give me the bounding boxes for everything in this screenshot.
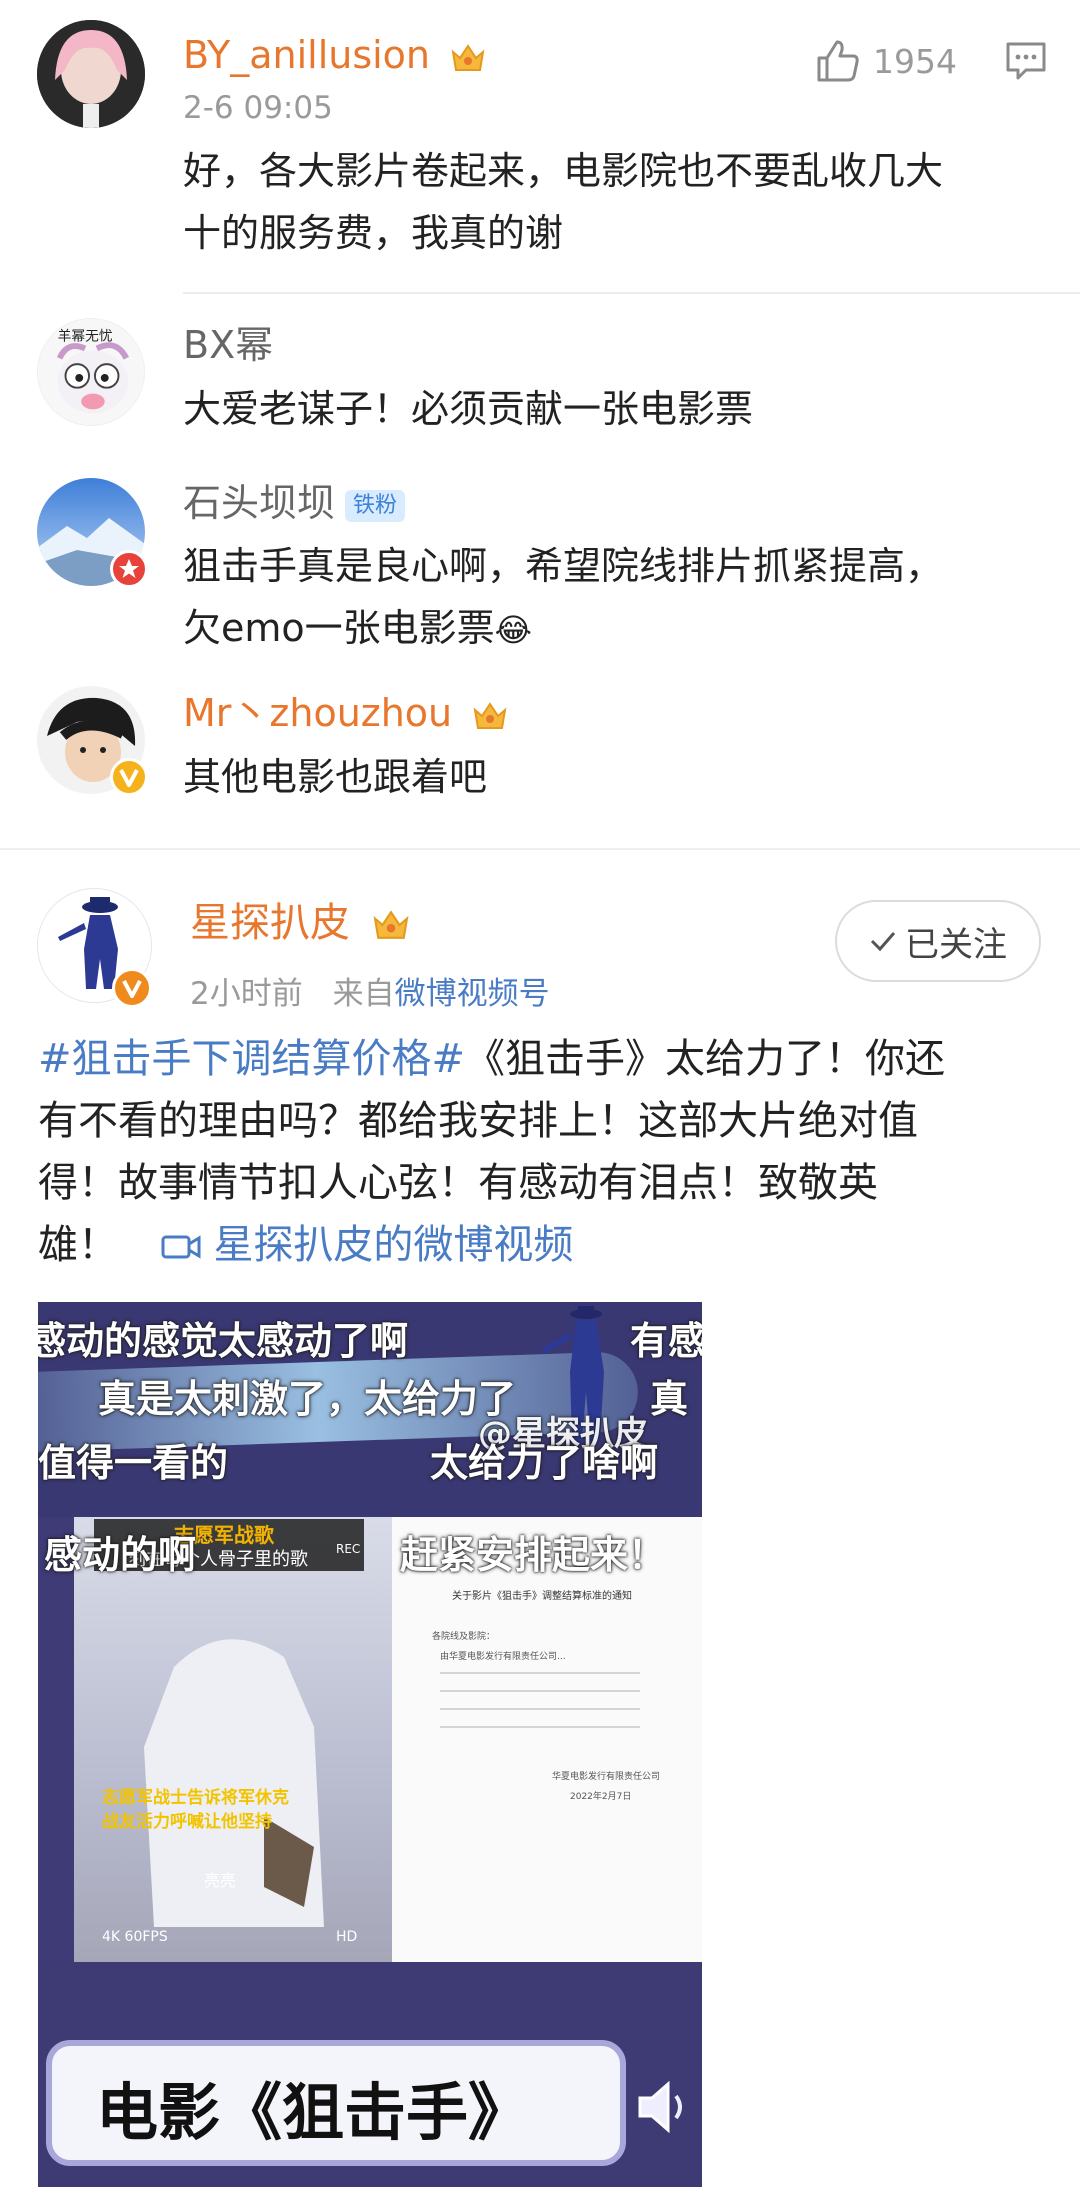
danmaku-text: 赶紧安排起来！ [400, 1533, 667, 1577]
laugh-emoji-icon: 😂 [494, 611, 533, 649]
reply-text-line: 欠emo一张电影票 [183, 606, 495, 650]
danmaku-text: 真是太刺激了，太给力了 [98, 1377, 517, 1421]
doc-title: 关于影片《狙击手》调整结算标准的通知 [452, 1591, 632, 1602]
doc-line: 各院线及影院： [432, 1632, 496, 1642]
reply-text: 大爱老谋子！必须贡献一张电影票 [183, 387, 754, 431]
post-username[interactable]: 星探扒皮 [190, 900, 350, 946]
inner-clip: 志愿军战歌 刻在每个人骨子里的歌 REC 志愿军战士告诉将军休克 战友活力呼喊让… [74, 1517, 392, 1962]
v-badge-icon [110, 550, 148, 588]
danmaku-text: 感动的感觉太感动了啊 [38, 1319, 409, 1363]
like-count: 1954 [873, 42, 957, 81]
danmaku-text: 感动的啊 [44, 1533, 197, 1577]
v-badge-icon [112, 968, 152, 1008]
crown-icon [473, 701, 507, 729]
svg-text:羊幂无忧: 羊幂无忧 [58, 329, 113, 345]
danmaku-text: 真 [650, 1377, 689, 1421]
rec-label: REC [336, 1542, 361, 1556]
comment-icon[interactable] [1004, 40, 1048, 82]
hd-label: HD [336, 1929, 358, 1945]
inner-caption: 志愿军战士告诉将军休克 [102, 1788, 289, 1808]
crown-icon [451, 43, 485, 71]
doc-lines [440, 1672, 640, 1742]
post-time: 2小时前 [190, 976, 303, 1012]
doc-line: 由华夏电影发行有限责任公司... [440, 1652, 566, 1662]
crown-icon [373, 910, 409, 939]
v-badge-icon [110, 758, 148, 796]
reply-text: 其他电影也跟着吧 [183, 755, 488, 799]
reply-text-line-2: 欠emo一张电影票😂 [183, 597, 943, 661]
avatar[interactable] [37, 20, 145, 128]
inner-name: 亮亮 [204, 1871, 237, 1890]
divider [183, 292, 1080, 294]
danmaku-text: 值得一看的 [38, 1441, 229, 1485]
video-link-label: 星探扒皮的微博视频 [213, 1222, 574, 1268]
post-body-line: 有不看的理由吗？都给我安排上！这部大片绝对值 [38, 1098, 918, 1144]
post-body-line: 《狙击手》太给力了！你还 [465, 1036, 946, 1082]
comment-text-line: 十的服务费，我真的谢 [183, 211, 564, 255]
reply-username[interactable]: 石头坝坝 [183, 481, 335, 525]
video-link[interactable]: 星探扒皮的微博视频 [161, 1222, 574, 1268]
avatar[interactable]: 羊幂无忧 [37, 318, 145, 426]
fps-label: 4K 60FPS [102, 1929, 168, 1945]
danmaku-text: 有感 [630, 1319, 702, 1363]
section-divider [0, 848, 1080, 850]
comment-username[interactable]: BY_anillusion [183, 33, 430, 77]
comment-time: 2-6 09:05 [183, 90, 333, 126]
video-thumbnail[interactable]: 感动的感觉太感动了啊 有感 真是太刺激了，太给力了 真 值得一看的 @星探扒皮 … [38, 1302, 702, 2187]
post-hashtag[interactable]: #狙击手下调结算价格# [38, 1036, 465, 1082]
follow-label: 已关注 [905, 924, 1007, 965]
inner-caption: 战友活力呼喊让他坚持 [102, 1812, 272, 1832]
doc-sign: 华夏电影发行有限责任公司 [552, 1772, 661, 1782]
reply-text-line: 狙击手真是良心啊，希望院线排片抓紧提高， [183, 544, 944, 588]
video-camera-icon [161, 1235, 201, 1259]
speaker-icon [638, 2080, 682, 2134]
banner-title: 电影《狙击手》 [96, 2076, 531, 2149]
post-body-line: 得！故事情节扣人心弦！有感动有泪点！致敬英 [38, 1160, 878, 1206]
thumbs-up-icon[interactable] [815, 38, 861, 84]
comment-text-line: 好，各大影片卷起来，电影院也不要乱收几大 [183, 149, 944, 193]
notice-document: 关于影片《狙击手》调整结算标准的通知 各院线及影院： 由华夏电影发行有限责任公司… [392, 1517, 702, 1962]
danmaku-text: 太给力了啥啊 [430, 1441, 659, 1485]
post-body-line: 雄！ [38, 1222, 118, 1268]
post-source-prefix: 来自 [332, 976, 395, 1012]
doc-date: 2022年2月7日 [570, 1792, 632, 1802]
fan-badge: 铁粉 [345, 489, 406, 522]
reply-username[interactable]: Mr丶zhouzhou [183, 691, 452, 735]
post-source-link[interactable]: 微博视频号 [395, 976, 550, 1012]
reply-username[interactable]: BX幂 [183, 322, 273, 368]
checkmark-icon [870, 932, 896, 952]
follow-button[interactable]: 已关注 [835, 900, 1041, 982]
